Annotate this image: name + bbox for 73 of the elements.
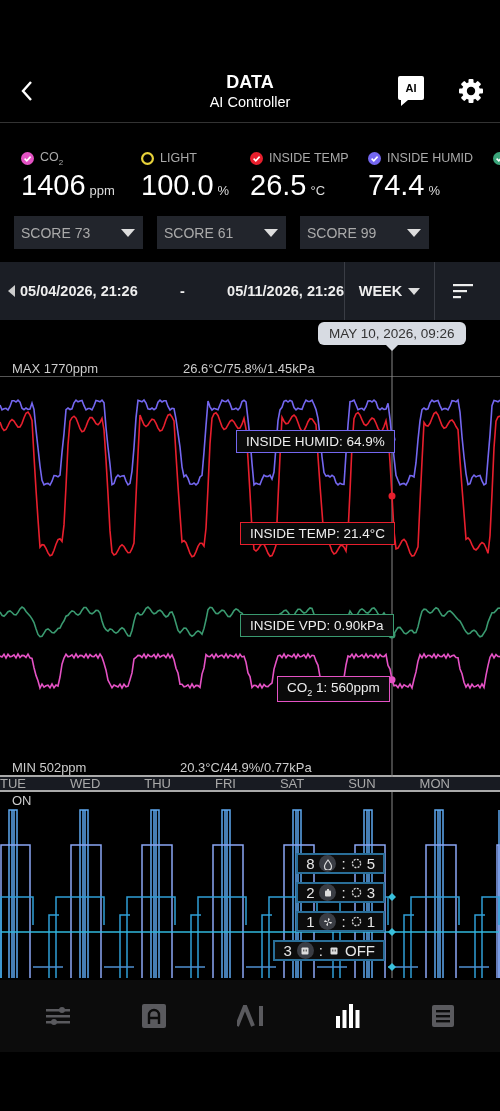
value-readout: INSIDE VPD: 0.90kPa: [240, 614, 394, 637]
heater-icon: [319, 884, 337, 901]
caret-icon: [407, 228, 421, 237]
sensor-label: CO$_{2}$: [40, 149, 64, 167]
day-label: TUE: [0, 777, 26, 790]
dashed-circle-icon: [350, 858, 362, 869]
period-dropdown[interactable]: WEEK: [344, 262, 435, 320]
ai-chat-button[interactable]: AI: [398, 76, 424, 106]
sensor-value: 100.0: [141, 169, 214, 202]
min-label: MIN 502ppm: [12, 760, 87, 775]
dashed-circle-icon: [350, 916, 362, 927]
date-tooltip: MAY 10, 2026, 09:26: [318, 322, 466, 351]
separator-text: :: [341, 855, 346, 872]
caret-icon: [121, 228, 135, 237]
separator-text: :: [318, 942, 323, 959]
sort-icon[interactable]: [453, 283, 473, 299]
unchecked-icon[interactable]: [141, 151, 154, 165]
sensor-unit: %: [428, 183, 440, 198]
device-value: 3: [366, 884, 375, 901]
device-value: OFF: [345, 942, 375, 959]
page-subtitle: AI Controller: [209, 94, 291, 110]
day-label: SUN: [348, 777, 376, 790]
checked-icon[interactable]: [250, 151, 263, 165]
day-label: SAT: [279, 777, 305, 790]
sensor-value: 26.5: [250, 169, 307, 202]
device-value: 5: [366, 855, 375, 872]
sensor-label: INSIDE TEMP: [269, 151, 349, 165]
score-dropdown[interactable]: SCORE 61: [157, 216, 286, 249]
separator-text: :: [341, 884, 346, 901]
sensor-label: LIGHT: [160, 151, 197, 165]
data-point: [388, 492, 396, 500]
min-env-label: 20.3°C/44.9%/0.77kPa: [180, 760, 312, 775]
data-point: [388, 963, 396, 971]
end-date[interactable]: 05/11/2026, 21:26: [227, 283, 344, 299]
separator-text: :: [341, 913, 346, 930]
max-env-label: 26.6°C/75.8%/1.45kPa: [183, 361, 315, 376]
sensor-unit: °C: [310, 183, 326, 198]
sensor-unit: %: [217, 183, 230, 198]
start-date[interactable]: 05/04/2026, 21:26: [20, 283, 138, 299]
caret-icon: [264, 228, 278, 237]
caret-icon: [408, 287, 421, 295]
value-readout: INSIDE TEMP: 21.4°C: [240, 522, 395, 545]
day-label: THU: [144, 777, 171, 790]
value-readout: INSIDE HUMID: 64.9%: [236, 430, 395, 453]
score-dropdown[interactable]: SCORE 73: [14, 216, 143, 249]
settings-icon[interactable]: [458, 78, 484, 104]
data-point: [388, 928, 396, 936]
sensor-value: 74.4: [368, 169, 425, 202]
score-dropdown[interactable]: SCORE 99: [300, 216, 429, 249]
drop-icon: [319, 855, 337, 872]
fan-icon: [319, 913, 337, 930]
checked-icon[interactable]: [21, 151, 34, 165]
state-label: ON: [12, 793, 32, 808]
dashed-circle-icon: [350, 887, 362, 898]
device-count: 3: [283, 942, 292, 959]
day-label: WED: [69, 777, 101, 790]
sensor-value: 1406: [21, 169, 86, 202]
day-label: MON: [419, 777, 450, 790]
max-label: MAX 1770ppm: [12, 361, 98, 376]
checked-icon[interactable]: [368, 151, 381, 165]
value-readout: CO$_{2}$ 1: 560ppm: [277, 676, 390, 702]
previous-icon[interactable]: [8, 285, 15, 297]
range-separator: -: [179, 283, 185, 299]
sensor-unit: ppm: [89, 183, 115, 198]
device-count: 8: [306, 855, 315, 872]
page-title: DATA: [226, 72, 274, 93]
outlet-icon: [296, 942, 314, 959]
data-point: [388, 893, 396, 901]
device-count: 2: [306, 884, 315, 901]
day-label: FRI: [214, 777, 236, 790]
device-count: 1: [306, 913, 315, 930]
sensor-label: INSIDE HUMID: [387, 151, 474, 165]
device-value: 1: [366, 913, 375, 930]
